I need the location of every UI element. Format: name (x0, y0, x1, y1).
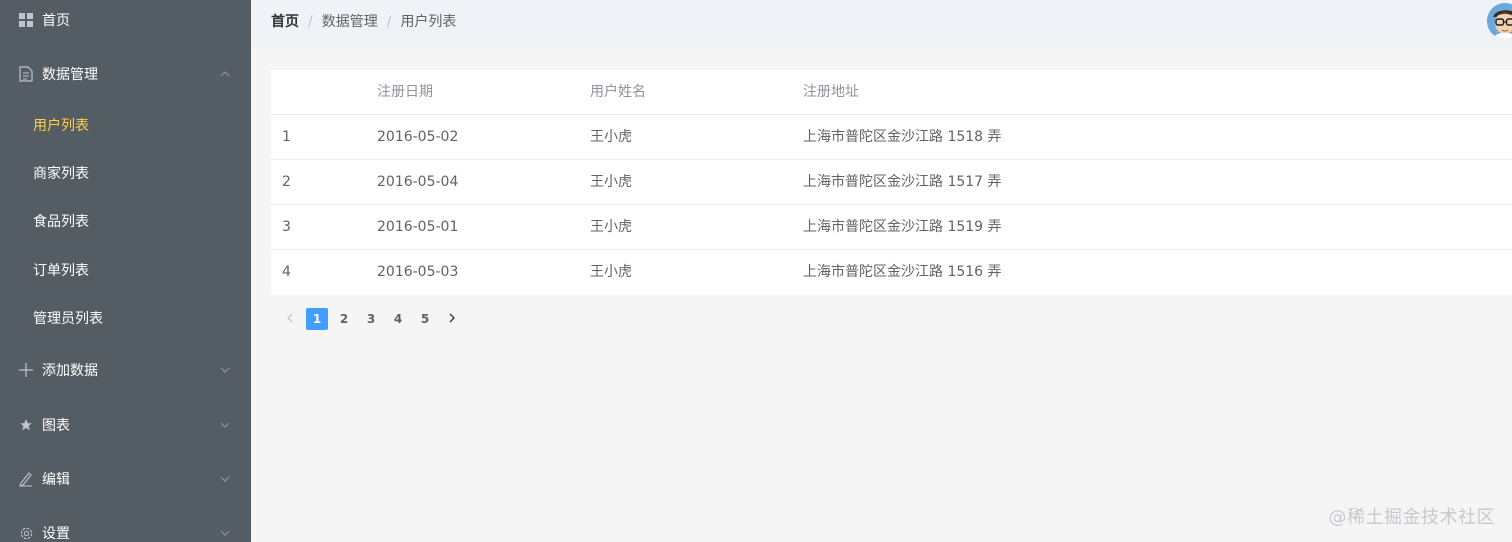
table-row[interactable]: 1 2016-05-02 王小虎 上海市普陀区金沙江路 1518 弄 (271, 115, 1512, 160)
column-header-name: 用户姓名 (590, 84, 646, 100)
chevron-down-icon (219, 473, 231, 485)
cell-address: 上海市普陀区金沙江路 1518 弄 (803, 129, 1002, 145)
submenu-item-food-list[interactable]: 食品列表 (0, 201, 251, 241)
cell-date: 2016-05-03 (377, 264, 459, 280)
menu-item-label: 设置 (42, 526, 70, 542)
document-icon (18, 66, 34, 82)
avatar[interactable] (1487, 3, 1512, 39)
pagination-page-1[interactable]: 1 (306, 308, 328, 330)
cell-index: 4 (282, 264, 291, 280)
chevron-left-icon (287, 312, 293, 326)
breadcrumb-separator: / (386, 14, 392, 30)
cell-date: 2016-05-02 (377, 129, 459, 145)
pagination-page-4[interactable]: 4 (387, 308, 409, 330)
pagination-prev-button[interactable] (279, 308, 301, 330)
cell-address: 上海市普陀区金沙江路 1516 弄 (803, 264, 1002, 280)
cell-name: 王小虎 (590, 174, 632, 190)
pagination-page-3[interactable]: 3 (360, 308, 382, 330)
avatar-image (1487, 3, 1512, 39)
chevron-down-icon (219, 419, 231, 431)
menu-item-edit[interactable]: 编辑 (0, 459, 251, 499)
menu-item-label: 添加数据 (42, 363, 98, 379)
chevron-up-icon (219, 68, 231, 80)
table-row[interactable]: 2 2016-05-04 王小虎 上海市普陀区金沙江路 1517 弄 (271, 160, 1512, 205)
cell-address: 上海市普陀区金沙江路 1517 弄 (803, 174, 1002, 190)
breadcrumb-item-home[interactable]: 首页 (271, 12, 299, 32)
chevron-right-icon (449, 312, 455, 326)
gear-icon (18, 525, 34, 541)
menu-item-label: 编辑 (42, 472, 70, 488)
header: 首页 / 数据管理 / 用户列表 (251, 0, 1512, 47)
table-row[interactable]: 4 2016-05-03 王小虎 上海市普陀区金沙江路 1516 弄 (271, 250, 1512, 295)
pagination-next-button[interactable] (441, 308, 463, 330)
menu-item-label: 图表 (42, 418, 70, 434)
pagination-page-5[interactable]: 5 (414, 308, 436, 330)
sidebar: 首页 数据管理 用户列表 商家列表 食品列表 订单列表 管理员列表 添加数据 图… (0, 0, 251, 542)
pencil-icon (18, 471, 34, 487)
submenu-item-user-list[interactable]: 用户列表 (0, 105, 251, 145)
cell-name: 王小虎 (590, 264, 632, 280)
submenu-item-admin-list[interactable]: 管理员列表 (0, 298, 251, 338)
menu-item-home[interactable]: 首页 (0, 0, 251, 40)
cell-index: 3 (282, 219, 291, 235)
chevron-down-icon (219, 527, 231, 539)
plus-icon (18, 362, 34, 378)
cell-index: 1 (282, 129, 291, 145)
menu-item-data-management[interactable]: 数据管理 (0, 54, 251, 94)
menu-item-add-data[interactable]: 添加数据 (0, 350, 251, 390)
watermark: @稀土掘金技术社区 (1328, 507, 1495, 528)
table-row[interactable]: 3 2016-05-01 王小虎 上海市普陀区金沙江路 1519 弄 (271, 205, 1512, 250)
menu-item-label: 首页 (42, 13, 70, 29)
submenu-item-order-list[interactable]: 订单列表 (0, 250, 251, 290)
cell-name: 王小虎 (590, 129, 632, 145)
star-icon (18, 417, 34, 433)
menu-item-settings[interactable]: 设置 (0, 513, 251, 542)
cell-date: 2016-05-04 (377, 174, 459, 190)
table-header-row: 注册日期 用户姓名 注册地址 (271, 70, 1512, 115)
cell-name: 王小虎 (590, 219, 632, 235)
breadcrumb-separator: / (308, 14, 313, 30)
menu-item-label: 数据管理 (42, 67, 98, 83)
grid-icon (18, 12, 34, 28)
user-table: 注册日期 用户姓名 注册地址 1 2016-05-02 王小虎 上海市普陀区金沙… (271, 70, 1512, 295)
pagination-page-2[interactable]: 2 (333, 308, 355, 330)
column-header-date: 注册日期 (377, 84, 433, 100)
breadcrumb-item-user-list: 用户列表 (400, 14, 457, 30)
cell-address: 上海市普陀区金沙江路 1519 弄 (803, 219, 1002, 235)
column-header-address: 注册地址 (803, 84, 859, 100)
submenu-item-merchant-list[interactable]: 商家列表 (0, 153, 251, 193)
chevron-down-icon (219, 364, 231, 376)
cell-date: 2016-05-01 (377, 219, 459, 235)
menu-item-charts[interactable]: 图表 (0, 405, 251, 445)
cell-index: 2 (282, 174, 291, 190)
breadcrumb: 首页 / 数据管理 / 用户列表 (271, 12, 456, 32)
pagination: 1 2 3 4 5 (279, 308, 468, 330)
breadcrumb-item-data-management: 数据管理 (321, 14, 378, 30)
